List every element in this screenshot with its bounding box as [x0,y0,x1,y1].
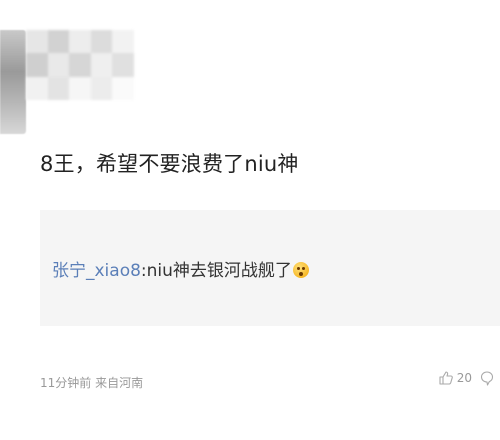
comment-button[interactable] [480,370,494,386]
reply-box[interactable]: 张宁_xiao8:niu神去银河战舰了 [40,210,500,326]
reply-username-link[interactable]: 张宁_xiao8 [52,261,141,281]
reply-text: niu神去银河战舰了 [146,261,292,281]
comment-meta: 11分钟前 来自河南 [40,376,144,390]
username-blurred [26,30,134,100]
comment-text: 8王，希望不要浪费了niu神 [40,152,299,176]
comment-actions: 20 [438,370,494,386]
emoji-icon [292,262,309,278]
avatar[interactable] [0,30,26,134]
thumbs-up-icon [438,370,454,386]
comment-icon [480,370,494,386]
reply-line: 张宁_xiao8:niu神去银河战舰了 [52,256,309,281]
like-count: 20 [456,371,472,385]
like-button[interactable]: 20 [438,370,472,386]
